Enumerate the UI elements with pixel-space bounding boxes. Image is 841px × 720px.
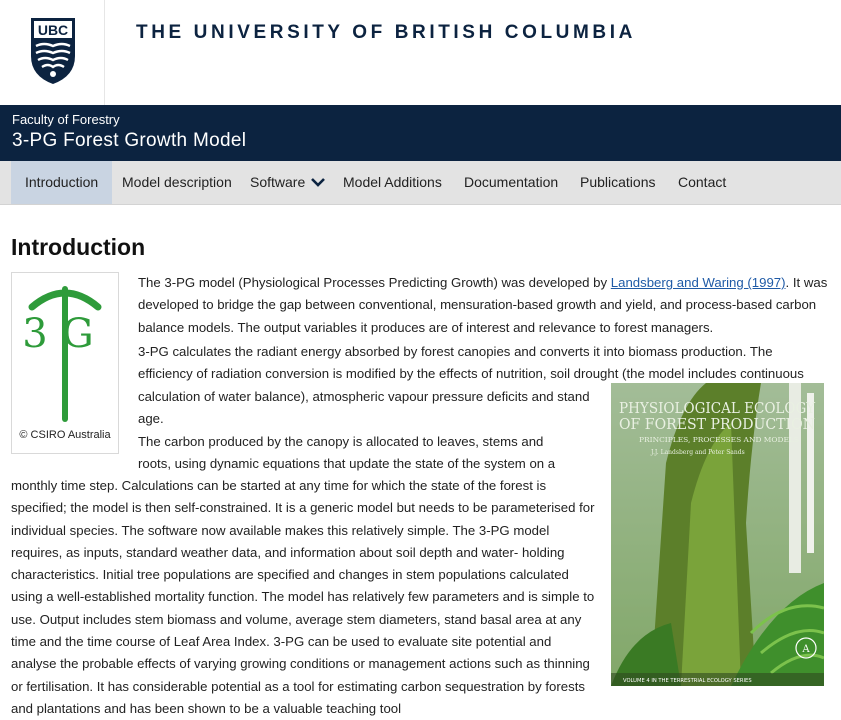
p2-line: calculation of water balance), atmospher… <box>138 388 590 404</box>
chevron-down-icon[interactable] <box>304 161 332 204</box>
book-series: VOLUME 4 IN THE TERRESTRIAL ECOLOGY SERI… <box>623 678 752 684</box>
site-title[interactable]: 3-PG Forest Growth Model <box>12 130 246 152</box>
3pg-logo-text: 3G <box>22 311 107 357</box>
intro-paragraph-3b: monthly time step. Calculations can be s… <box>11 475 595 720</box>
intro-paragraph-3a: The carbon produced by the canopy is all… <box>138 431 555 476</box>
p1-line3: balance models. The output variables it … <box>138 319 714 335</box>
nav-item-documentation[interactable]: Documentation <box>464 161 558 204</box>
intro-paragraph-1: The 3-PG model (Physiological Processes … <box>138 272 827 339</box>
nav-item-model-description[interactable]: Model description <box>122 161 232 204</box>
p3-line: using a well-established mortality funct… <box>11 589 595 605</box>
nav-item-software[interactable]: Software <box>250 161 305 204</box>
university-name[interactable]: THE UNIVERSITY OF BRITISH COLUMBIA <box>136 22 636 44</box>
p1-line2: developed to bridge the gap between conv… <box>138 297 817 313</box>
p3-line: individual species. The software now ava… <box>11 522 550 538</box>
p2-line: 3-PG calculates the radiant energy absor… <box>138 344 773 359</box>
p3-line: analyse the probable effects of varying … <box>11 656 590 672</box>
nav-item-contact[interactable]: Contact <box>678 161 726 204</box>
nav-item-introduction[interactable]: Introduction <box>11 161 113 204</box>
p3-line: monthly time step. Calculations can be s… <box>11 478 547 493</box>
p3-line: specified; the model is then self-constr… <box>11 500 595 516</box>
landsberg-waring-link[interactable]: Landsberg and Waring (1997) <box>611 275 786 290</box>
p3-line: The carbon produced by the canopy is all… <box>138 434 544 449</box>
3pg-logo-graphic: 3G <box>22 286 107 422</box>
intro-paragraph-2: 3-PG calculates the radiant energy absor… <box>138 341 804 430</box>
ubc-crest-icon[interactable]: UBC <box>28 16 78 86</box>
site-header: UBC THE UNIVERSITY OF BRITISH COLUMBIA <box>0 0 841 105</box>
p1-line1-pre: The 3-PG model (Physiological Processes … <box>138 275 611 290</box>
page-title: Introduction <box>11 234 146 260</box>
p3-line: or fertilisation. It has considerable po… <box>11 678 585 694</box>
main-nav: Introduction Model description Software … <box>0 161 841 205</box>
p3-line: characteristics. Initial tree population… <box>11 567 569 583</box>
book-subtitle: PRINCIPLES, PROCESSES AND MODELS <box>639 436 799 444</box>
3pg-logo: 3G © CSIRO Australia <box>11 272 119 454</box>
book-authors: J.J. Landsberg and Peter Sands <box>650 449 745 456</box>
p1-line1-post: . It was <box>785 275 828 290</box>
p3-line: use. Output includes stem biomass and vo… <box>11 611 582 627</box>
nav-item-model-additions[interactable]: Model Additions <box>343 161 442 204</box>
p3-line: time and the time course of Leaf Area In… <box>11 634 552 650</box>
p3-line: roots, using dynamic equations that upda… <box>138 456 556 472</box>
p3-line: requires, as inputs, standard weather da… <box>11 544 565 560</box>
faculty-name[interactable]: Faculty of Forestry <box>12 112 120 127</box>
p2-line: age. <box>138 410 164 426</box>
svg-text:A: A <box>801 644 810 655</box>
nav-item-publications[interactable]: Publications <box>580 161 656 204</box>
header-divider <box>104 0 105 105</box>
site-banner: Faculty of Forestry 3-PG Forest Growth M… <box>0 105 841 161</box>
p3-line: and plantations and has been shown to be… <box>11 700 402 716</box>
ubc-logo-text: UBC <box>38 22 68 38</box>
p2-line: efficiency of radiation conversion is mo… <box>138 366 804 382</box>
logo-credit: © CSIRO Australia <box>19 429 111 441</box>
